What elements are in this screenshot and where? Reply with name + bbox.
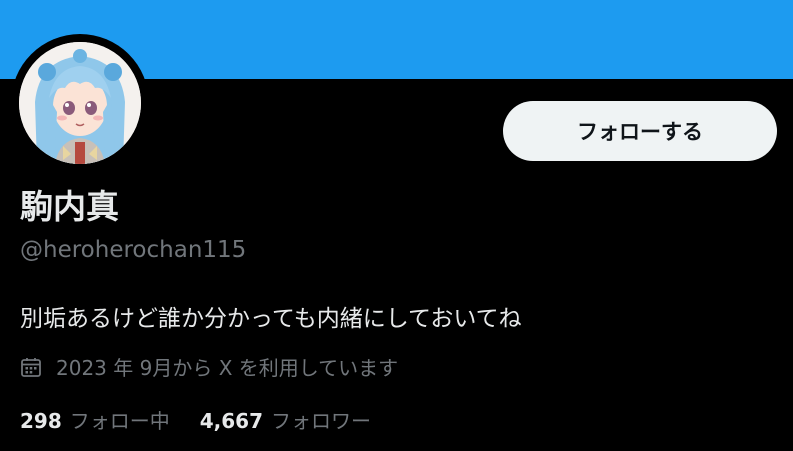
joined-date: 2023 年 9月から X を利用しています — [20, 352, 398, 381]
calendar-icon — [21, 357, 41, 377]
following-stat[interactable]: 298 フォロー中 — [20, 405, 170, 434]
followers-count: 4,667 — [199, 409, 264, 433]
profile-header: フォローする 駒内真 @heroherochan115 別垢あるけど誰か分かって… — [0, 0, 793, 451]
avatar-image — [19, 42, 141, 164]
follow-button[interactable]: フォローする — [503, 101, 777, 161]
avatar[interactable] — [19, 42, 141, 164]
following-count: 298 — [20, 409, 62, 433]
joined-date-text: 2023 年 9月から X を利用しています — [56, 356, 399, 380]
user-handle: @heroherochan115 — [20, 237, 247, 263]
following-label: フォロー中 — [69, 409, 170, 433]
follow-stats: 298 フォロー中 4,667 フォロワー — [20, 405, 401, 434]
profile-bio: 別垢あるけど誰か分かっても内緒にしておいてね — [20, 306, 522, 332]
followers-label: フォロワー — [271, 409, 372, 433]
display-name: 駒内真 — [20, 187, 119, 226]
followers-stat[interactable]: 4,667 フォロワー — [200, 405, 371, 434]
